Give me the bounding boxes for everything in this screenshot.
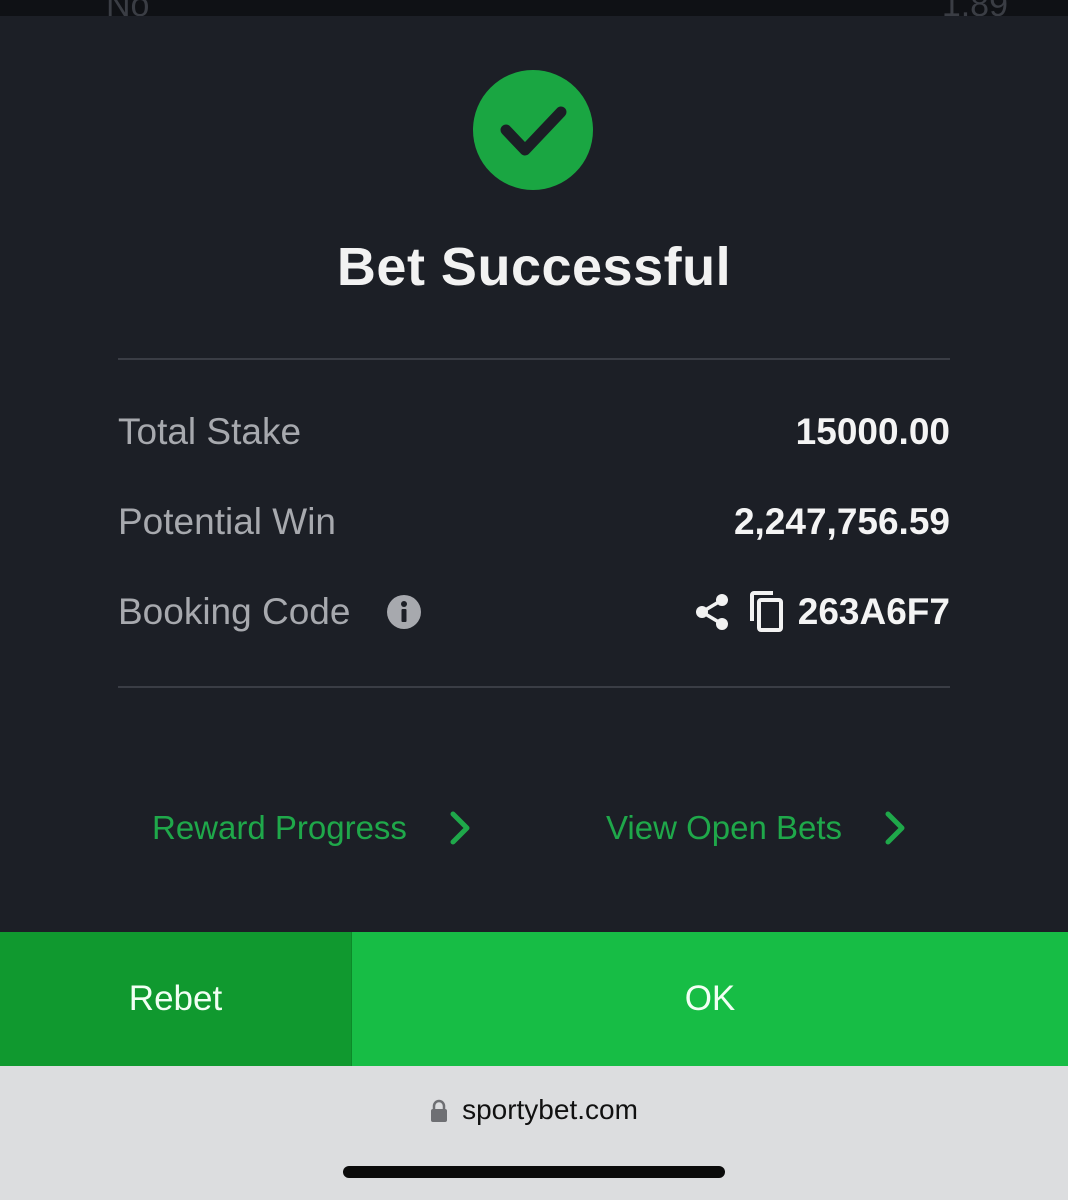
booking-code-row: Booking Code 263A6F7	[118, 582, 950, 642]
top-divider	[118, 358, 950, 360]
dialog-title: Bet Successful	[336, 237, 732, 297]
share-icon[interactable]	[692, 592, 732, 632]
reward-progress-link[interactable]: Reward Progress	[152, 798, 475, 858]
view-open-bets-label: View Open Bets	[606, 809, 843, 846]
potential-win-label: Potential Win	[118, 501, 336, 542]
bottom-divider	[118, 686, 950, 688]
chevron-right-icon	[447, 808, 475, 848]
url-text: sportybet.com	[462, 1094, 638, 1125]
background-odds-label: 1.89	[942, 0, 1008, 16]
chevron-right-icon	[882, 808, 910, 848]
ok-button[interactable]: OK	[352, 932, 1068, 1066]
booking-code-label: Booking Code	[118, 591, 351, 632]
bet-success-dialog: Bet Successful Total Stake 15000.00 Pote…	[0, 16, 1068, 932]
background-selection-label: No	[106, 0, 149, 16]
total-stake-label: Total Stake	[118, 411, 302, 452]
potential-win-value: 2,247,756.59	[733, 501, 950, 542]
background-page-strip: No 1.89	[0, 0, 1068, 16]
url-display[interactable]: sportybet.com	[0, 1094, 1068, 1126]
action-button-bar: Rebet OK	[0, 932, 1068, 1066]
potential-win-row: Potential Win 2,247,756.59	[118, 492, 950, 552]
total-stake-row: Total Stake 15000.00	[118, 402, 950, 462]
booking-code-group: 263A6F7	[692, 582, 950, 642]
browser-address-bar: sportybet.com	[0, 1066, 1068, 1200]
screen: No 1.89 Bet Successful Total Stake 15000…	[0, 0, 1068, 1200]
lock-icon	[430, 1098, 448, 1122]
view-open-bets-link[interactable]: View Open Bets	[606, 798, 910, 858]
copy-icon[interactable]	[746, 590, 786, 634]
info-icon[interactable]	[386, 594, 422, 630]
checkmark-icon	[473, 70, 593, 190]
reward-progress-label: Reward Progress	[152, 809, 407, 846]
rebet-button[interactable]: Rebet	[0, 932, 352, 1066]
booking-code-value[interactable]: 263A6F7	[798, 591, 950, 633]
total-stake-value: 15000.00	[795, 411, 950, 452]
home-indicator[interactable]	[343, 1166, 725, 1178]
